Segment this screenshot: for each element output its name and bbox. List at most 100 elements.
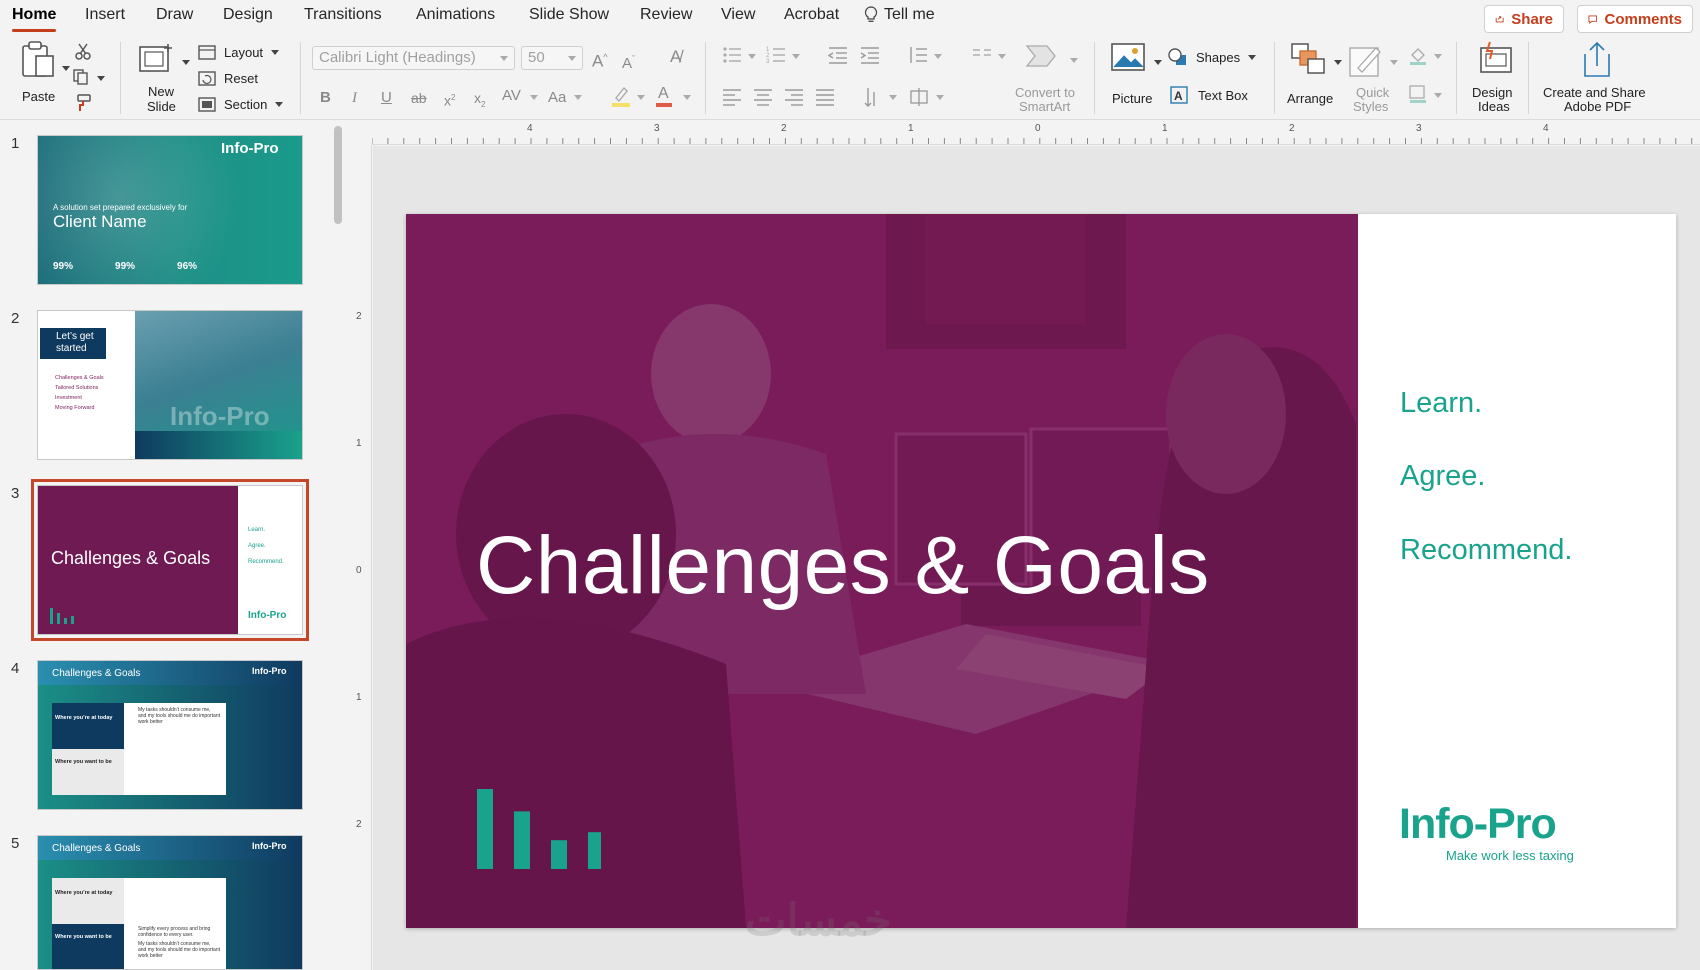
font-color-icon[interactable]: A: [658, 84, 669, 104]
paste-button[interactable]: Paste: [10, 38, 70, 108]
slide-thumbnail-1[interactable]: Info-Pro A solution set prepared exclusi…: [37, 135, 303, 285]
new-slide-button[interactable]: New Slide: [130, 40, 190, 114]
design-ideas-button[interactable]: Design Ideas: [1466, 40, 1528, 118]
slide-thumbnail-4[interactable]: Challenges & Goals Info-Pro Where you’re…: [37, 660, 303, 810]
layout-button[interactable]: Layout: [198, 43, 280, 61]
change-case-caret-icon[interactable]: [574, 95, 582, 100]
align-right-icon[interactable]: [784, 88, 804, 106]
decrease-indent-icon[interactable]: [828, 46, 848, 64]
tab-insert[interactable]: Insert: [85, 6, 125, 24]
font-size-dropdown[interactable]: 50: [521, 46, 583, 70]
thumbnail-badge: Let’s get started: [40, 328, 106, 359]
cut-icon[interactable]: [74, 42, 92, 60]
agenda-item: Tailored Solutions: [55, 385, 99, 391]
paste-caret-icon[interactable]: [62, 66, 70, 71]
thumbnails-scrollbar[interactable]: [334, 126, 342, 224]
slide-title[interactable]: Challenges & Goals: [476, 519, 1210, 613]
section-button[interactable]: Section: [198, 95, 284, 113]
logo-text: Info-Pro: [1399, 800, 1557, 848]
text-direction-caret-icon[interactable]: [889, 95, 897, 100]
character-spacing-icon[interactable]: AV: [502, 86, 521, 106]
line-spacing-caret-icon[interactable]: [934, 54, 942, 59]
keyword-learn[interactable]: Learn.: [1400, 387, 1482, 420]
info-pro-logo: Info-Pro Make work less taxing: [1399, 800, 1574, 863]
ribbon-separator: [1094, 42, 1095, 114]
shapes-button[interactable]: Shapes: [1168, 48, 1257, 66]
copy-caret-icon[interactable]: [97, 76, 105, 81]
quick-styles-button[interactable]: Quick Styles: [1346, 40, 1410, 118]
shape-outline-icon[interactable]: [1408, 84, 1428, 104]
character-spacing-caret-icon[interactable]: [530, 95, 538, 100]
decrease-font-size-icon[interactable]: Aˇ: [622, 49, 635, 74]
keyword-recommend[interactable]: Recommend.: [1400, 534, 1572, 567]
change-case-icon[interactable]: Aa: [548, 88, 566, 108]
columns-icon[interactable]: [972, 48, 992, 62]
tab-slide-show[interactable]: Slide Show: [529, 6, 609, 24]
tab-home[interactable]: Home: [12, 6, 57, 32]
font-name-dropdown[interactable]: Calibri Light (Headings): [312, 46, 515, 70]
text-box-button[interactable]: A Text Box: [1170, 86, 1248, 104]
bullets-icon[interactable]: [722, 46, 742, 64]
picture-button[interactable]: Picture: [1106, 40, 1170, 110]
tab-transitions[interactable]: Transitions: [304, 6, 382, 24]
line-spacing-icon[interactable]: [908, 46, 928, 64]
convert-to-smartart-button[interactable]: Convert to SmartArt: [1012, 40, 1080, 116]
slide-thumbnail-5[interactable]: Challenges & Goals Info-Pro Where you’re…: [37, 835, 303, 970]
tab-draw[interactable]: Draw: [156, 6, 193, 24]
reset-button[interactable]: Reset: [198, 69, 258, 87]
comments-button[interactable]: Comments: [1577, 5, 1693, 33]
font-name-caret-icon: [500, 56, 508, 61]
shape-fill-caret-icon[interactable]: [1434, 54, 1442, 59]
increase-indent-icon[interactable]: [860, 46, 880, 64]
tab-design[interactable]: Design: [223, 6, 273, 24]
svg-text:3: 3: [766, 59, 770, 64]
clear-formatting-icon[interactable]: A̸: [670, 47, 681, 67]
shapes-label: Shapes: [1196, 49, 1241, 65]
tell-me-search[interactable]: Tell me: [864, 6, 935, 24]
align-text-caret-icon[interactable]: [936, 95, 944, 100]
thumbnail-logo: Info-Pro: [221, 140, 279, 157]
increase-font-size-icon[interactable]: A^: [592, 47, 608, 72]
copy-icon[interactable]: [72, 68, 92, 86]
italic-icon[interactable]: I: [352, 88, 357, 108]
numbering-icon[interactable]: 123: [766, 46, 786, 64]
align-center-icon[interactable]: [753, 88, 773, 106]
font-color-caret-icon[interactable]: [683, 95, 691, 100]
numbering-caret-icon[interactable]: [792, 54, 800, 59]
new-slide-caret-icon[interactable]: [182, 60, 190, 65]
slide-background-photo: Challenges & Goals: [406, 214, 1358, 928]
share-button[interactable]: Share: [1484, 5, 1564, 33]
slide-thumbnail-3[interactable]: Challenges & Goals Learn. Agree. Recomme…: [31, 479, 309, 641]
box-label: Where you want to be: [55, 759, 112, 765]
slide-thumbnail-2[interactable]: Info-Pro Let’s get started Challenges & …: [37, 310, 303, 460]
tab-view[interactable]: View: [721, 6, 755, 24]
tab-animations[interactable]: Animations: [416, 6, 495, 24]
superscript-icon[interactable]: x2: [444, 88, 455, 111]
bold-icon[interactable]: B: [320, 88, 331, 108]
agenda-item: Challenges & Goals: [55, 375, 104, 381]
text-direction-icon[interactable]: [863, 87, 883, 107]
highlight-icon[interactable]: [610, 84, 632, 108]
shape-fill-icon[interactable]: [1408, 46, 1428, 66]
keyword-agree[interactable]: Agree.: [1400, 460, 1485, 493]
columns-caret-icon[interactable]: [998, 54, 1006, 59]
justify-icon[interactable]: [815, 88, 835, 106]
highlight-caret-icon[interactable]: [637, 95, 645, 100]
align-left-icon[interactable]: [722, 88, 742, 106]
tab-acrobat[interactable]: Acrobat: [784, 6, 839, 24]
current-slide[interactable]: Challenges & Goals Learn. Agree. Recomme…: [406, 214, 1676, 928]
badge-line: started: [56, 343, 87, 354]
underline-icon[interactable]: U: [381, 88, 392, 108]
shape-outline-caret-icon[interactable]: [1434, 93, 1442, 98]
subscript-icon[interactable]: x2: [474, 88, 485, 115]
tab-review[interactable]: Review: [640, 6, 692, 24]
arrange-button[interactable]: Arrange: [1284, 40, 1352, 110]
font-size-caret-icon: [568, 56, 576, 61]
ribbon-separator: [300, 42, 301, 114]
strikethrough-icon[interactable]: ab: [411, 88, 427, 108]
align-text-icon[interactable]: [908, 88, 930, 106]
bullets-caret-icon[interactable]: [748, 54, 756, 59]
create-adobe-pdf-button[interactable]: Create and Share Adobe PDF: [1540, 40, 1652, 118]
format-painter-icon[interactable]: [74, 94, 92, 112]
thumbnail-logo: Info-Pro: [252, 666, 287, 676]
